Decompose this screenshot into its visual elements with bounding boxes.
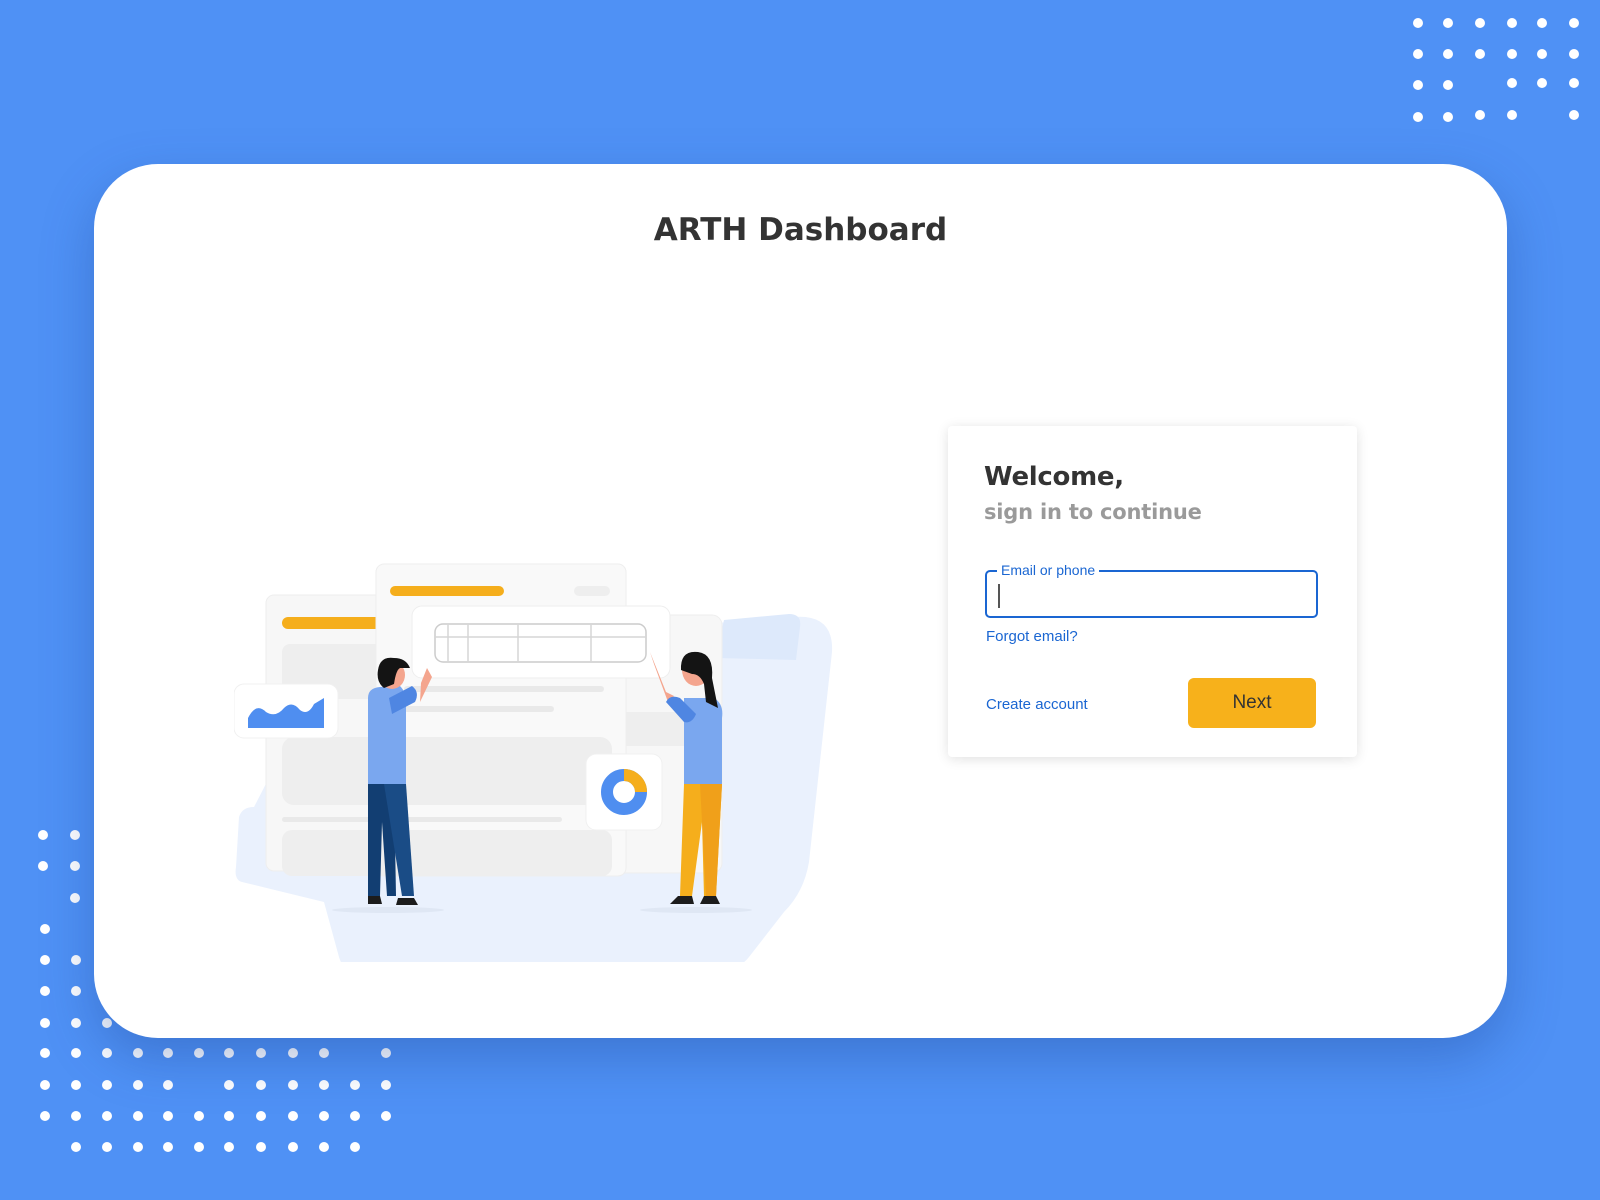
signin-subtitle: sign in to continue: [984, 500, 1202, 524]
dashboard-team-illustration: [233, 402, 954, 974]
next-button[interactable]: Next: [1188, 678, 1316, 728]
page-title: ARTH Dashboard: [653, 212, 948, 248]
donut-chart-icon: [585, 753, 663, 831]
forgot-email-link[interactable]: Forgot email?: [986, 628, 1078, 645]
email-field-label: Email or phone: [997, 562, 1100, 578]
main-card: ARTH Dashboard Welcome, sign in to conti…: [94, 164, 1507, 1038]
email-input[interactable]: [999, 580, 1303, 612]
login-form: Welcome, sign in to continue Email or ph…: [948, 426, 1357, 757]
welcome-heading: Welcome,: [984, 462, 1124, 492]
area-chart-icon: [233, 683, 339, 739]
create-account-link[interactable]: Create account: [986, 696, 1088, 713]
email-field[interactable]: Email or phone: [985, 562, 1318, 618]
dot-pattern-top-right: [1405, 12, 1595, 132]
